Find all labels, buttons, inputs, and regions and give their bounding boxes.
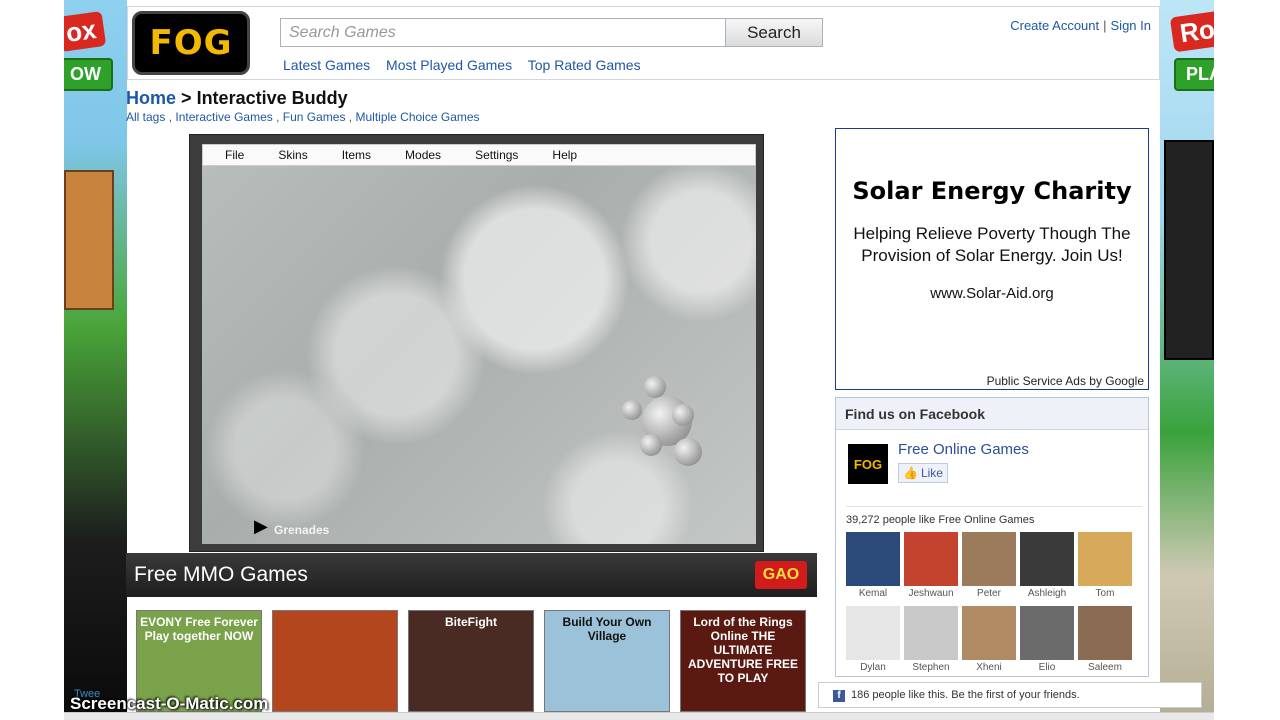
account-links: Create Account | Sign In xyxy=(1010,18,1151,33)
facebook-page-logo[interactable]: FOG xyxy=(848,444,888,484)
window-edge-left xyxy=(0,0,64,720)
horizontal-scrollbar[interactable] xyxy=(64,712,1214,720)
fan-name[interactable]: Dylan xyxy=(846,662,900,673)
ad-box[interactable]: Solar Energy Charity Helping Relieve Pov… xyxy=(835,128,1149,390)
ad-url[interactable]: www.Solar-Aid.org xyxy=(836,285,1148,302)
tag-multiple-choice-games[interactable]: Multiple Choice Games xyxy=(355,110,479,124)
page-title: Interactive Buddy xyxy=(196,88,348,108)
nav-most-played-games[interactable]: Most Played Games xyxy=(386,57,512,73)
mmo-banner: Free MMO Games GAO xyxy=(126,553,817,597)
fan-avatar[interactable] xyxy=(1078,532,1132,586)
thumbs-up-icon: 👍 xyxy=(903,466,918,480)
ad-footer[interactable]: Public Service Ads by Google xyxy=(987,374,1144,388)
nav-top-rated-games[interactable]: Top Rated Games xyxy=(528,57,641,73)
breadcrumb-home[interactable]: Home xyxy=(126,88,176,108)
facebook-like-button[interactable]: 👍 Like xyxy=(898,463,948,483)
game-menu-help[interactable]: Help xyxy=(552,148,577,162)
fan-avatar[interactable] xyxy=(904,532,958,586)
buddy-hand-right[interactable] xyxy=(672,404,694,426)
game-menu-settings[interactable]: Settings xyxy=(475,148,518,162)
fan-avatar[interactable] xyxy=(846,606,900,660)
create-account-link[interactable]: Create Account xyxy=(1010,18,1099,33)
fan-avatar[interactable] xyxy=(1020,606,1074,660)
window-edge-right xyxy=(1214,0,1280,720)
fan-name[interactable]: Jeshwaun xyxy=(904,588,958,599)
fan-avatar[interactable] xyxy=(962,606,1016,660)
buddy-head[interactable] xyxy=(644,376,666,398)
facebook-divider xyxy=(846,506,1142,507)
fan-avatar[interactable] xyxy=(962,532,1016,586)
fan-name[interactable]: Ashleigh xyxy=(1020,588,1074,599)
mmo-title: Free MMO Games xyxy=(134,563,308,586)
play-button-left[interactable]: OW xyxy=(58,58,113,91)
search-button[interactable]: Search xyxy=(725,18,823,47)
facebook-page-name[interactable]: Free Online Games xyxy=(898,441,1029,458)
fan-avatar[interactable] xyxy=(1020,532,1074,586)
game-stage[interactable]: Grenades ▶ xyxy=(202,166,756,544)
fog-logo[interactable]: FOG xyxy=(132,11,250,75)
main-nav: Latest Games Most Played Games Top Rated… xyxy=(283,57,653,73)
screencast-watermark: Screencast-O-Matic.com xyxy=(70,694,269,713)
avatar-figure-right xyxy=(1164,140,1214,360)
mmo-thumb-village[interactable]: Build Your Own Village xyxy=(544,610,670,712)
avatar-figure-left xyxy=(64,170,114,310)
breadcrumb: Home > Interactive Buddy xyxy=(126,88,348,109)
fan-name[interactable]: Xheni xyxy=(962,662,1016,673)
game-menu-skins[interactable]: Skins xyxy=(278,148,307,162)
game-frame: File Skins Items Modes Settings Help Gre… xyxy=(189,134,764,552)
search-input[interactable]: Search Games xyxy=(280,18,726,47)
sign-in-link[interactable]: Sign In xyxy=(1111,18,1151,33)
facebook-widget: Find us on Facebook FOG Free Online Game… xyxy=(835,397,1149,677)
facebook-bar-text: 186 people like this. Be the first of yo… xyxy=(851,689,1080,701)
fan-name[interactable]: Peter xyxy=(962,588,1016,599)
tag-list: All tags , Interactive Games , Fun Games… xyxy=(126,110,480,124)
game-menu-items[interactable]: Items xyxy=(342,148,371,162)
game-menu-modes[interactable]: Modes xyxy=(405,148,441,162)
game-menu-file[interactable]: File xyxy=(225,148,244,162)
fog-logo-text: FOG xyxy=(149,23,233,63)
tag-fun-games[interactable]: Fun Games xyxy=(283,110,346,124)
buddy-hand-left[interactable] xyxy=(622,400,642,420)
fan-name[interactable]: Elio xyxy=(1020,662,1074,673)
breadcrumb-arrow: > xyxy=(181,88,192,108)
site-header: FOG Search Games Search Latest Games Mos… xyxy=(127,6,1160,80)
fan-name[interactable]: Saleem xyxy=(1078,662,1132,673)
buddy-foot-right[interactable] xyxy=(674,438,702,466)
nav-latest-games[interactable]: Latest Games xyxy=(283,57,370,73)
facebook-like-count: 39,272 people like Free Online Games xyxy=(846,514,1035,526)
fan-avatar[interactable] xyxy=(846,532,900,586)
buddy-foot-left[interactable] xyxy=(640,434,662,456)
facebook-logo-text: FOG xyxy=(853,456,883,472)
facebook-like-bar: f 186 people like this. Be the first of y… xyxy=(818,682,1202,708)
gao-badge[interactable]: GAO xyxy=(755,561,807,589)
mmo-thumb-bitefight[interactable]: BiteFight xyxy=(408,610,534,712)
ad-title[interactable]: Solar Energy Charity xyxy=(836,177,1148,205)
ad-body: Helping Relieve Poverty Though The Provi… xyxy=(853,224,1131,265)
fan-avatar[interactable] xyxy=(904,606,958,660)
fan-avatar[interactable] xyxy=(1078,606,1132,660)
facebook-icon: f xyxy=(833,690,845,702)
game-menu-bar: File Skins Items Modes Settings Help xyxy=(202,144,756,166)
mmo-thumb-dragon[interactable] xyxy=(272,610,398,712)
mouse-cursor-icon: ▶ xyxy=(254,516,268,536)
like-label: Like xyxy=(920,466,943,480)
facebook-header: Find us on Facebook xyxy=(836,398,1148,430)
grenades-label: Grenades xyxy=(274,523,330,537)
tag-interactive-games[interactable]: Interactive Games xyxy=(175,110,272,124)
mmo-thumb-lotro[interactable]: Lord of the Rings Online THE ULTIMATE AD… xyxy=(680,610,806,712)
fan-name[interactable]: Kemal xyxy=(846,588,900,599)
tag-all-tags[interactable]: All tags xyxy=(126,110,165,124)
fan-name[interactable]: Tom xyxy=(1078,588,1132,599)
account-separator: | xyxy=(1103,18,1107,33)
fan-name[interactable]: Stephen xyxy=(904,662,958,673)
